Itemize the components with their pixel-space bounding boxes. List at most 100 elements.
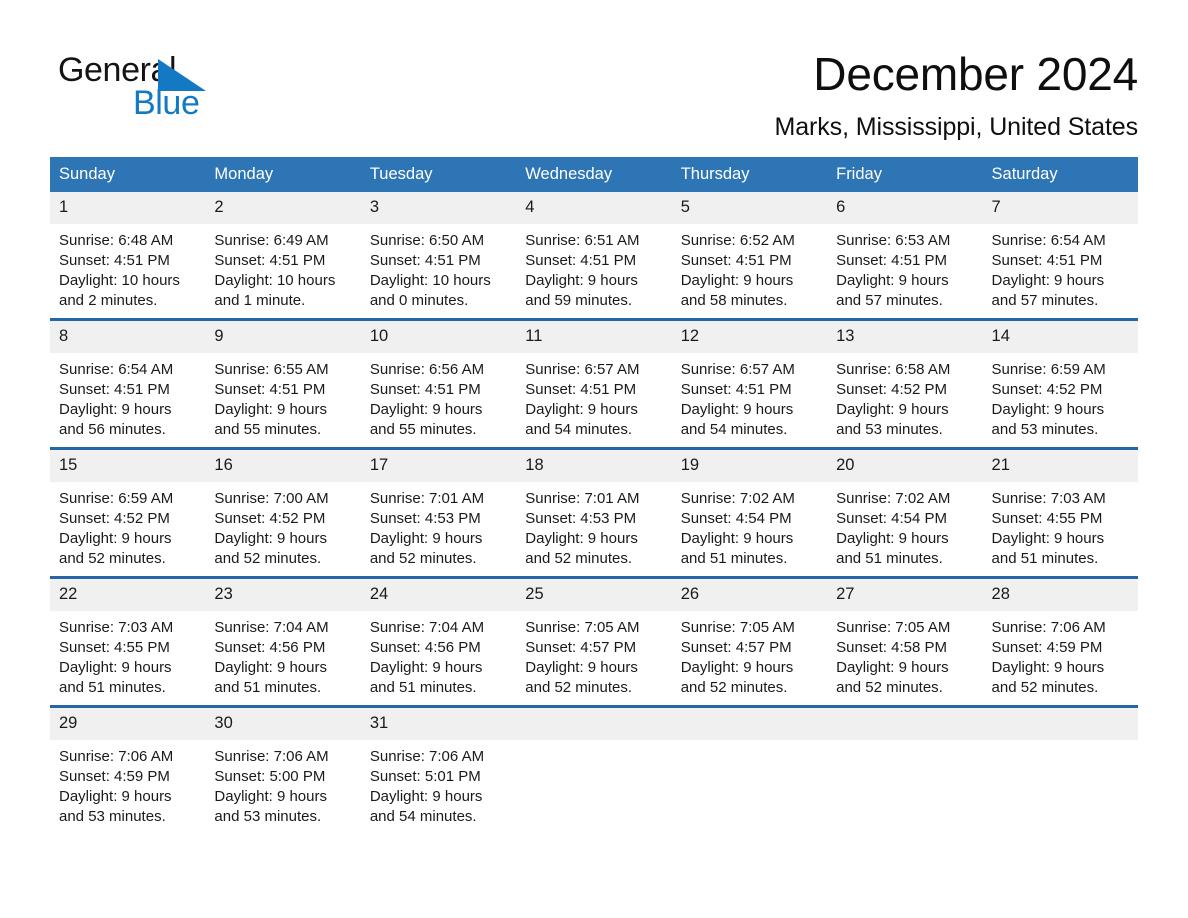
day-number: 4: [516, 192, 672, 224]
sunrise-text: Sunrise: 6:50 AM: [369, 232, 485, 249]
day-cell[interactable]: 31 Sunrise: 7:06 AM Sunset: 5:01 PM Dayligh…: [360, 705, 517, 834]
day-cell[interactable]: 20 Sunrise: 7:02 AM Sunset: 4:54 PM Dayligh…: [827, 447, 983, 578]
weekday-header-friday: Friday: [827, 157, 983, 192]
sunset-text: Sunset: 4:53 PM: [525, 510, 637, 527]
daylight-text-line2: and 58 minutes.: [680, 292, 788, 309]
day-cell[interactable]: 12 Sunrise: 6:57 AM Sunset: 4:51 PM Dayligh…: [671, 318, 828, 449]
daylight-text-line2: and 1 minute.: [214, 292, 306, 309]
daylight-text-line2: and 57 minutes.: [836, 292, 943, 309]
day-cell[interactable]: 14 Sunrise: 6:59 AM Sunset: 4:52 PM Dayligh…: [982, 318, 1138, 449]
week-row: 22 Sunrise: 7:03 AM Sunset: 4:55 PM Dayligh…: [50, 576, 1138, 707]
day-cell[interactable]: 28 Sunrise: 7:06 AM Sunset: 4:59 PM Dayligh…: [982, 576, 1138, 707]
calendar-body: 1 Sunrise: 6:48 AM Sunset: 4:51 PM Daylight…: [50, 192, 1138, 834]
day-number: 31: [360, 708, 517, 740]
day-cell[interactable]: 22 Sunrise: 7:03 AM Sunset: 4:55 PM Dayligh…: [50, 576, 206, 707]
day-cell[interactable]: 7 Sunrise: 6:54 AM Sunset: 4:51 PM Daylight…: [982, 192, 1138, 320]
daylight-text-line2: and 52 minutes.: [525, 679, 633, 696]
sunset-text: Sunset: 4:59 PM: [59, 768, 170, 785]
calendar-table: Sunday Monday Tuesday Wednesday Thursday…: [50, 157, 1138, 834]
daylight-text-line2: and 55 minutes.: [369, 421, 477, 438]
weekday-header-monday: Monday: [205, 157, 361, 192]
day-cell[interactable]: 27 Sunrise: 7:05 AM Sunset: 4:58 PM Dayligh…: [827, 576, 983, 707]
day-details: Sunrise: 7:05 AM Sunset: 4:57 PM Daylight:…: [672, 611, 827, 698]
sunrise-text: Sunrise: 6:49 AM: [214, 232, 329, 249]
day-number: 3: [360, 192, 517, 224]
sunset-text: Sunset: 4:51 PM: [525, 381, 637, 398]
sunset-text: Sunset: 4:51 PM: [836, 252, 948, 269]
daylight-text-line2: and 53 minutes.: [214, 808, 322, 825]
day-cell[interactable]: 13 Sunrise: 6:58 AM Sunset: 4:52 PM Dayligh…: [827, 318, 983, 449]
day-cell[interactable]: 26 Sunrise: 7:05 AM Sunset: 4:57 PM Dayligh…: [671, 576, 828, 707]
sunrise-text: Sunrise: 6:58 AM: [836, 361, 951, 378]
day-details: Sunrise: 6:59 AM Sunset: 4:52 PM Daylight:…: [983, 353, 1138, 440]
day-cell[interactable]: 2 Sunrise: 6:49 AM Sunset: 4:51 PM Daylight…: [205, 192, 361, 320]
location-subtitle: Marks, Mississippi, United States: [774, 113, 1139, 141]
sunrise-text: Sunrise: 6:55 AM: [214, 361, 329, 378]
sunrise-text: Sunrise: 6:57 AM: [680, 361, 795, 378]
sunset-text: Sunset: 4:57 PM: [525, 639, 637, 656]
daylight-text-line1: Daylight: 9 hours: [214, 788, 327, 805]
sunset-text: Sunset: 4:54 PM: [836, 510, 948, 527]
day-number: [827, 708, 983, 740]
day-number: 8: [50, 321, 206, 353]
day-details: Sunrise: 7:06 AM Sunset: 5:01 PM Daylight:…: [361, 740, 516, 827]
day-cell[interactable]: 8 Sunrise: 6:54 AM Sunset: 4:51 PM Daylight…: [50, 318, 206, 449]
day-cell[interactable]: 1 Sunrise: 6:48 AM Sunset: 4:51 PM Daylight…: [50, 192, 206, 320]
day-cell[interactable]: 17 Sunrise: 7:01 AM Sunset: 4:53 PM Dayligh…: [360, 447, 517, 578]
sunset-text: Sunset: 4:51 PM: [214, 252, 326, 269]
day-number: 18: [516, 450, 672, 482]
sunset-text: Sunset: 5:01 PM: [369, 768, 481, 785]
day-cell[interactable]: 4 Sunrise: 6:51 AM Sunset: 4:51 PM Daylight…: [516, 192, 672, 320]
day-cell[interactable]: 9 Sunrise: 6:55 AM Sunset: 4:51 PM Daylight…: [205, 318, 361, 449]
page-header: General Blue December 2024 Marks, Missis…: [50, 46, 1138, 146]
day-number: 19: [671, 450, 828, 482]
day-details: Sunrise: 7:06 AM Sunset: 5:00 PM Daylight:…: [205, 740, 360, 827]
sunset-text: Sunset: 4:51 PM: [59, 252, 170, 269]
day-details: Sunrise: 6:57 AM Sunset: 4:51 PM Daylight:…: [516, 353, 671, 440]
day-details: Sunrise: 6:59 AM Sunset: 4:52 PM Daylight:…: [50, 482, 205, 569]
day-number: 9: [205, 321, 361, 353]
daylight-text-line2: and 2 minutes.: [59, 292, 158, 309]
daylight-text-line1: Daylight: 9 hours: [525, 401, 638, 418]
day-cell[interactable]: 6 Sunrise: 6:53 AM Sunset: 4:51 PM Daylight…: [827, 192, 983, 320]
day-cell[interactable]: 15 Sunrise: 6:59 AM Sunset: 4:52 PM Dayligh…: [50, 447, 206, 578]
day-cell[interactable]: 18 Sunrise: 7:01 AM Sunset: 4:53 PM Dayligh…: [516, 447, 672, 578]
day-details: Sunrise: 7:02 AM Sunset: 4:54 PM Daylight:…: [672, 482, 827, 569]
sunrise-text: Sunrise: 6:57 AM: [525, 361, 640, 378]
daylight-text-line1: Daylight: 9 hours: [369, 401, 483, 418]
sunrise-text: Sunrise: 7:05 AM: [680, 619, 795, 636]
daylight-text-line1: Daylight: 9 hours: [59, 530, 172, 547]
day-cell[interactable]: 10 Sunrise: 6:56 AM Sunset: 4:51 PM Dayligh…: [360, 318, 517, 449]
day-number: 29: [50, 708, 206, 740]
day-details: Sunrise: 7:06 AM Sunset: 4:59 PM Daylight:…: [983, 611, 1138, 698]
day-cell[interactable]: 16 Sunrise: 7:00 AM Sunset: 4:52 PM Dayligh…: [205, 447, 361, 578]
sunset-text: Sunset: 4:51 PM: [369, 252, 481, 269]
day-cell[interactable]: 3 Sunrise: 6:50 AM Sunset: 4:51 PM Daylight…: [360, 192, 517, 320]
sunset-text: Sunset: 4:51 PM: [680, 381, 792, 398]
day-cell[interactable]: 24 Sunrise: 7:04 AM Sunset: 4:56 PM Dayligh…: [360, 576, 517, 707]
sunset-text: Sunset: 4:58 PM: [836, 639, 948, 656]
daylight-text-line2: and 52 minutes.: [214, 550, 322, 567]
day-cell[interactable]: 23 Sunrise: 7:04 AM Sunset: 4:56 PM Dayligh…: [205, 576, 361, 707]
day-details: Sunrise: 6:49 AM Sunset: 4:51 PM Daylight:…: [205, 224, 360, 311]
daylight-text-line1: Daylight: 9 hours: [680, 272, 794, 289]
day-cell[interactable]: 25 Sunrise: 7:05 AM Sunset: 4:57 PM Dayligh…: [516, 576, 672, 707]
daylight-text-line2: and 56 minutes.: [59, 421, 166, 438]
sunrise-text: Sunrise: 7:04 AM: [369, 619, 485, 636]
daylight-text-line2: and 51 minutes.: [59, 679, 166, 696]
daylight-text-line1: Daylight: 9 hours: [214, 659, 327, 676]
day-cell[interactable]: 11 Sunrise: 6:57 AM Sunset: 4:51 PM Dayligh…: [516, 318, 672, 449]
daylight-text-line1: Daylight: 9 hours: [991, 401, 1105, 418]
daylight-text-line2: and 57 minutes.: [991, 292, 1099, 309]
daylight-text-line2: and 54 minutes.: [680, 421, 788, 438]
sunset-text: Sunset: 4:52 PM: [836, 381, 948, 398]
weekday-header-wednesday: Wednesday: [516, 157, 672, 192]
day-cell[interactable]: 21 Sunrise: 7:03 AM Sunset: 4:55 PM Dayligh…: [982, 447, 1138, 578]
sunrise-text: Sunrise: 6:54 AM: [991, 232, 1106, 249]
sunset-text: Sunset: 4:56 PM: [214, 639, 326, 656]
day-cell[interactable]: 19 Sunrise: 7:02 AM Sunset: 4:54 PM Dayligh…: [671, 447, 828, 578]
day-cell[interactable]: 30 Sunrise: 7:06 AM Sunset: 5:00 PM Dayligh…: [205, 705, 361, 834]
daylight-text-line1: Daylight: 9 hours: [680, 530, 794, 547]
day-cell[interactable]: 29 Sunrise: 7:06 AM Sunset: 4:59 PM Dayligh…: [50, 705, 206, 834]
day-cell[interactable]: 5 Sunrise: 6:52 AM Sunset: 4:51 PM Daylight…: [671, 192, 828, 320]
